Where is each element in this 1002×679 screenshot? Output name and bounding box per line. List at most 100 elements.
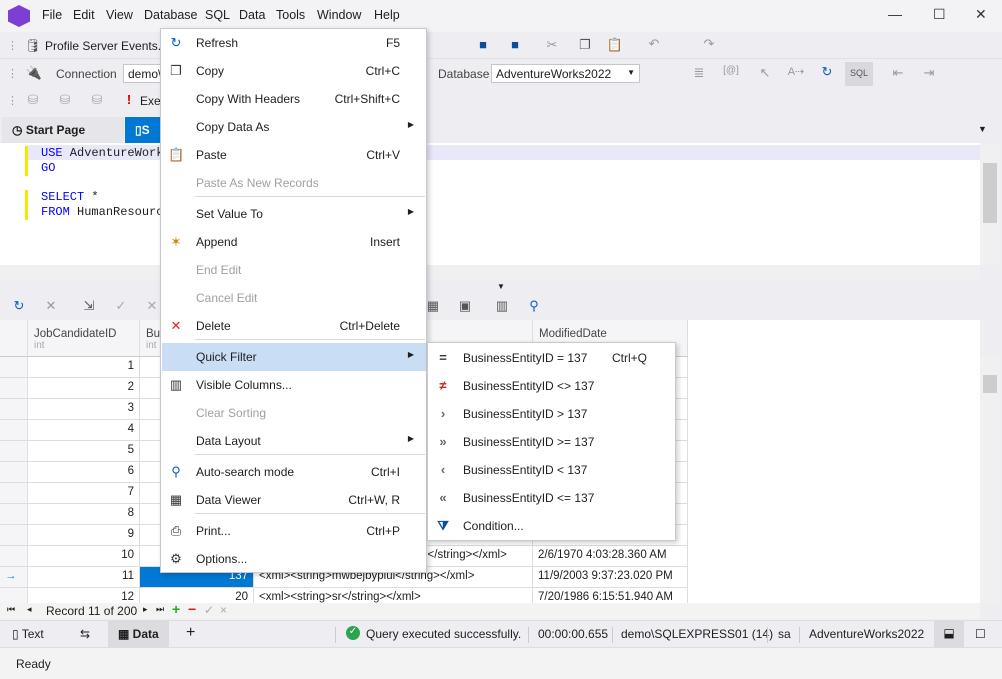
apply-icon[interactable]: ✓ [112,298,130,314]
menu-item-delete[interactable]: ✕ Delete Ctrl+Delete [162,312,426,340]
database-icon[interactable]: ⛁ [88,92,106,108]
cut-icon[interactable]: ✂ [543,37,561,53]
cell-resume[interactable]: <xml><string>sr</string></xml> [254,588,533,603]
row-indicator[interactable] [0,357,28,378]
format-icon[interactable]: ≣ [690,65,708,81]
column-header-jobcandidateid[interactable]: JobCandidateID int [28,320,140,357]
auto-search-icon[interactable]: ⚲ [525,298,543,314]
outdent-icon[interactable]: ⇤ [889,65,907,81]
menu-file[interactable]: File [42,8,62,22]
cell-jobcandidateid[interactable]: 4 [28,420,140,441]
menu-item-options[interactable]: ⚙ Options... [162,545,426,573]
save-icon[interactable]: ■ [474,37,492,52]
layout-full-icon[interactable]: ☐ [975,627,986,641]
menu-item-set-value-to[interactable]: Set Value To ▶ [162,200,426,228]
save-all-icon[interactable]: ■ [506,37,524,52]
pointer-icon[interactable]: ↖ [756,65,774,81]
first-record-button[interactable]: ⏮ [7,604,15,615]
tab-list-chevron-icon[interactable]: ▼ [978,124,987,134]
database-select[interactable]: AdventureWorks2022 ▼ [491,64,640,83]
cell-jobcandidateid[interactable]: 3 [28,399,140,420]
next-record-button[interactable]: ▸ [143,604,148,615]
menu-database[interactable]: Database [144,8,198,22]
minimize-button[interactable]: — [888,6,902,22]
execute-button[interactable]: Exe [140,94,161,108]
menu-item-quick-filter[interactable]: Quick Filter ▶ [162,343,426,371]
splitter-handle[interactable]: ▼ [497,282,505,291]
row-indicator[interactable]: → [0,567,28,588]
cell-jobcandidateid[interactable]: 1 [28,357,140,378]
menu-item-copy-with-headers[interactable]: Copy With Headers Ctrl+Shift+C [162,85,426,113]
cell-jobcandidateid[interactable]: 10 [28,546,140,567]
menu-item-paste-as-new-records[interactable]: Paste As New Records [162,169,426,197]
prev-record-button[interactable]: ◂ [27,604,32,615]
menu-data[interactable]: Data [239,8,265,22]
row-indicator[interactable] [0,588,28,603]
menu-item-auto-search-mode[interactable]: ⚲ Auto-search mode Ctrl+I [162,458,426,486]
editor-horizontal-scrollbar[interactable] [0,265,980,280]
delete-record-button[interactable]: − [188,601,196,617]
toolbar-grip[interactable]: ⋮ [7,39,18,52]
row-indicator[interactable] [0,483,28,504]
cell-jobcandidateid[interactable]: 12 [28,588,140,603]
menu-item-visible-columns[interactable]: ▥ Visible Columns... [162,371,426,399]
cell-jobcandidateid[interactable]: 9 [28,525,140,546]
quick-filter-item[interactable]: «BusinessEntityID <= 137 [429,484,675,512]
cell-modifieddate[interactable]: 7/20/1986 6:15:51.940 AM [533,588,688,603]
menu-item-copy-data-as[interactable]: Copy Data As ▶ [162,113,426,141]
cell-jobcandidateid[interactable]: 5 [28,441,140,462]
database-icon[interactable]: ⛁ [24,92,42,108]
toolbar-grip[interactable]: ⋮ [7,94,18,107]
cell-jobcandidateid[interactable]: 11 [28,567,140,588]
cell-modifieddate[interactable]: 2/6/1970 4:03:28.360 AM [533,546,688,567]
menu-item-clear-sorting[interactable]: Clear Sorting [162,399,426,427]
quick-filter-item[interactable]: ‹ BusinessEntityID < 137 [429,456,675,484]
quick-filter-item[interactable]: ⧩ Condition... [429,512,675,540]
menu-item-data-layout[interactable]: Data Layout ▶ [162,427,426,455]
close-button[interactable]: ✕ [975,6,987,23]
row-indicator[interactable] [0,525,28,546]
validate-sql-icon[interactable]: SQL [845,62,873,86]
refresh-icon[interactable]: ↻ [818,64,836,80]
menu-item-refresh[interactable]: ↻ Refresh F5 [162,29,426,57]
cell-jobcandidateid[interactable]: 2 [28,378,140,399]
menu-item-data-viewer[interactable]: ▦ Data Viewer Ctrl+W, R [162,486,426,514]
menu-item-print[interactable]: ⎙ Print... Ctrl+P [162,517,426,545]
apply-record-button[interactable]: ✓ [204,603,214,617]
tab-start-page[interactable]: ◷ Start Page [2,117,124,143]
row-indicator[interactable] [0,420,28,441]
case-icon[interactable]: A⇢ [787,65,805,78]
menu-help[interactable]: Help [374,8,400,22]
connection-select[interactable]: demo\ [123,64,163,83]
add-tab-button[interactable]: + [186,624,195,642]
quick-filter-item[interactable]: › BusinessEntityID > 137 [429,400,675,428]
menu-window[interactable]: Window [317,8,361,22]
quick-filter-item[interactable]: » BusinessEntityID >= 137 [429,428,675,456]
last-record-button[interactable]: ⏭ [156,604,164,615]
add-record-button[interactable]: + [172,601,180,617]
execute-icon[interactable]: ! [120,92,138,107]
menu-view[interactable]: View [106,8,133,22]
cancel-icon[interactable]: ✕ [42,298,60,314]
row-indicator[interactable] [0,462,28,483]
sql-editor[interactable]: USE AdventureWork GO SELECT * FROM Human… [0,143,980,265]
discard-icon[interactable]: ✕ [143,298,161,314]
parameter-icon[interactable]: [@] [722,65,740,76]
swap-icon[interactable]: ⇆ [80,627,90,641]
menu-tools[interactable]: Tools [276,8,305,22]
menu-item-append[interactable]: ✶ Append Insert [162,228,426,256]
profile-server-events-button[interactable]: Profile Server Events... [45,39,168,53]
card-view-icon[interactable]: ▣ [456,298,474,314]
cancel-record-button[interactable]: × [220,603,227,617]
menu-sql[interactable]: SQL [205,8,230,22]
cell-jobcandidateid[interactable]: 6 [28,462,140,483]
cell-modifieddate[interactable]: 11/9/2003 9:37:23.020 PM [533,567,688,588]
menu-item-cancel-edit[interactable]: Cancel Edit [162,284,426,312]
columns-icon[interactable]: ▥ [493,298,511,314]
maximize-button[interactable]: ☐ [933,6,946,23]
tab-text[interactable]: ▯ Text [12,627,44,641]
copy-icon[interactable]: ❐ [576,37,594,53]
row-indicator[interactable] [0,504,28,525]
tab-data[interactable]: ▦ Data [108,621,169,647]
indent-icon[interactable]: ⇥ [920,65,938,81]
